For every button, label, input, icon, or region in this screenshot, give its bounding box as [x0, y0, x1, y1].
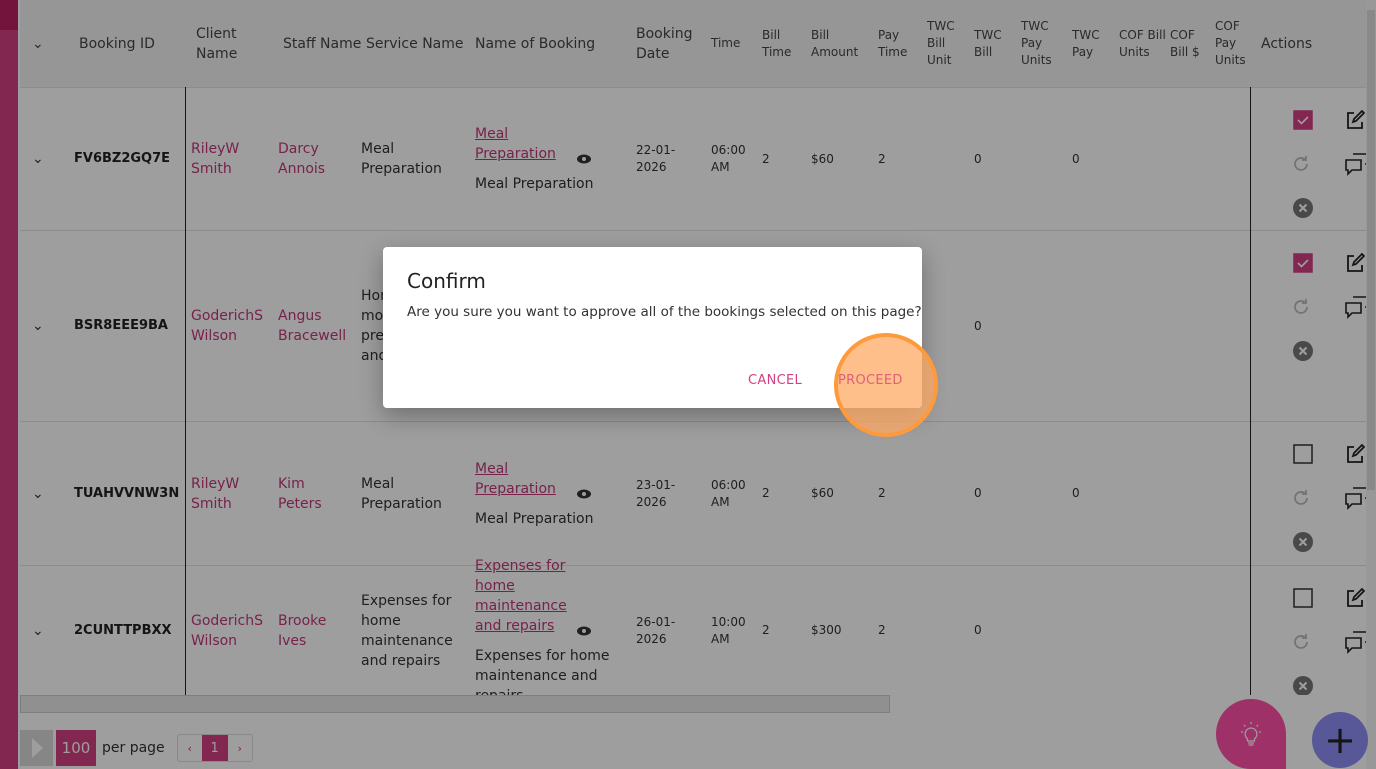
- cancel-button[interactable]: CANCEL: [748, 373, 802, 388]
- proceed-button[interactable]: PROCEED: [838, 373, 903, 388]
- dialog-message: Are you sure you want to approve all of …: [407, 304, 922, 320]
- dialog-title: Confirm: [407, 269, 486, 293]
